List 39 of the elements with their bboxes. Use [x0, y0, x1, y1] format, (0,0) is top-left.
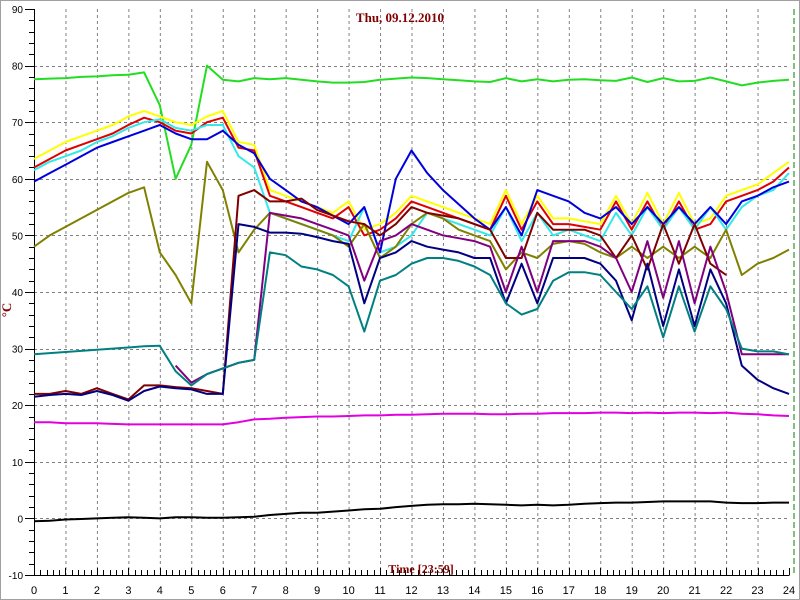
tick-label: 4 — [156, 585, 163, 597]
tick-label: 11 — [374, 585, 386, 597]
tick-label: 9 — [314, 585, 320, 597]
tick-label: 23 — [751, 585, 764, 597]
tick-label: 30 — [12, 344, 23, 356]
axis-label: °C — [1, 302, 14, 318]
tick-label: 40 — [12, 288, 23, 299]
tick-label: 1 — [62, 585, 69, 597]
tick-label: 15 — [500, 585, 512, 597]
tick-label: 6 — [220, 585, 226, 597]
tick-label: 19 — [626, 585, 638, 597]
chart-title: Thu, 09.12.2010 — [356, 10, 444, 25]
tick-label: 80 — [12, 62, 23, 73]
tick-label: 20 — [657, 585, 670, 597]
axis-label: Time [23:59] — [388, 562, 454, 576]
tick-label: 10 — [342, 585, 355, 597]
tick-label: 0 — [30, 585, 38, 597]
tick-label: 17 — [562, 585, 575, 597]
tick-label: 12 — [405, 585, 418, 597]
tick-label: 7 — [251, 585, 258, 597]
tick-label: 70 — [12, 118, 23, 130]
tick-label: 8 — [282, 585, 289, 597]
tick-label: 10 — [12, 458, 23, 469]
tick-label: 5 — [188, 585, 194, 597]
tick-label: 21 — [688, 585, 701, 597]
tick-label: 24 — [782, 585, 796, 597]
tick-label: 50 — [12, 231, 23, 242]
tick-label: 2 — [94, 585, 100, 597]
tick-label: 18 — [594, 585, 606, 597]
tick-label: 14 — [468, 585, 481, 597]
tick-label: 22 — [720, 585, 732, 597]
tick-label: 3 — [125, 585, 132, 597]
tick-label: 20 — [12, 401, 23, 412]
tick-label: -10 — [8, 571, 23, 582]
tick-label: 16 — [531, 585, 544, 597]
tick-label: 60 — [12, 174, 23, 186]
tick-label: 0 — [17, 514, 23, 526]
tick-label: 13 — [436, 585, 450, 597]
tick-label: 90 — [12, 5, 23, 16]
